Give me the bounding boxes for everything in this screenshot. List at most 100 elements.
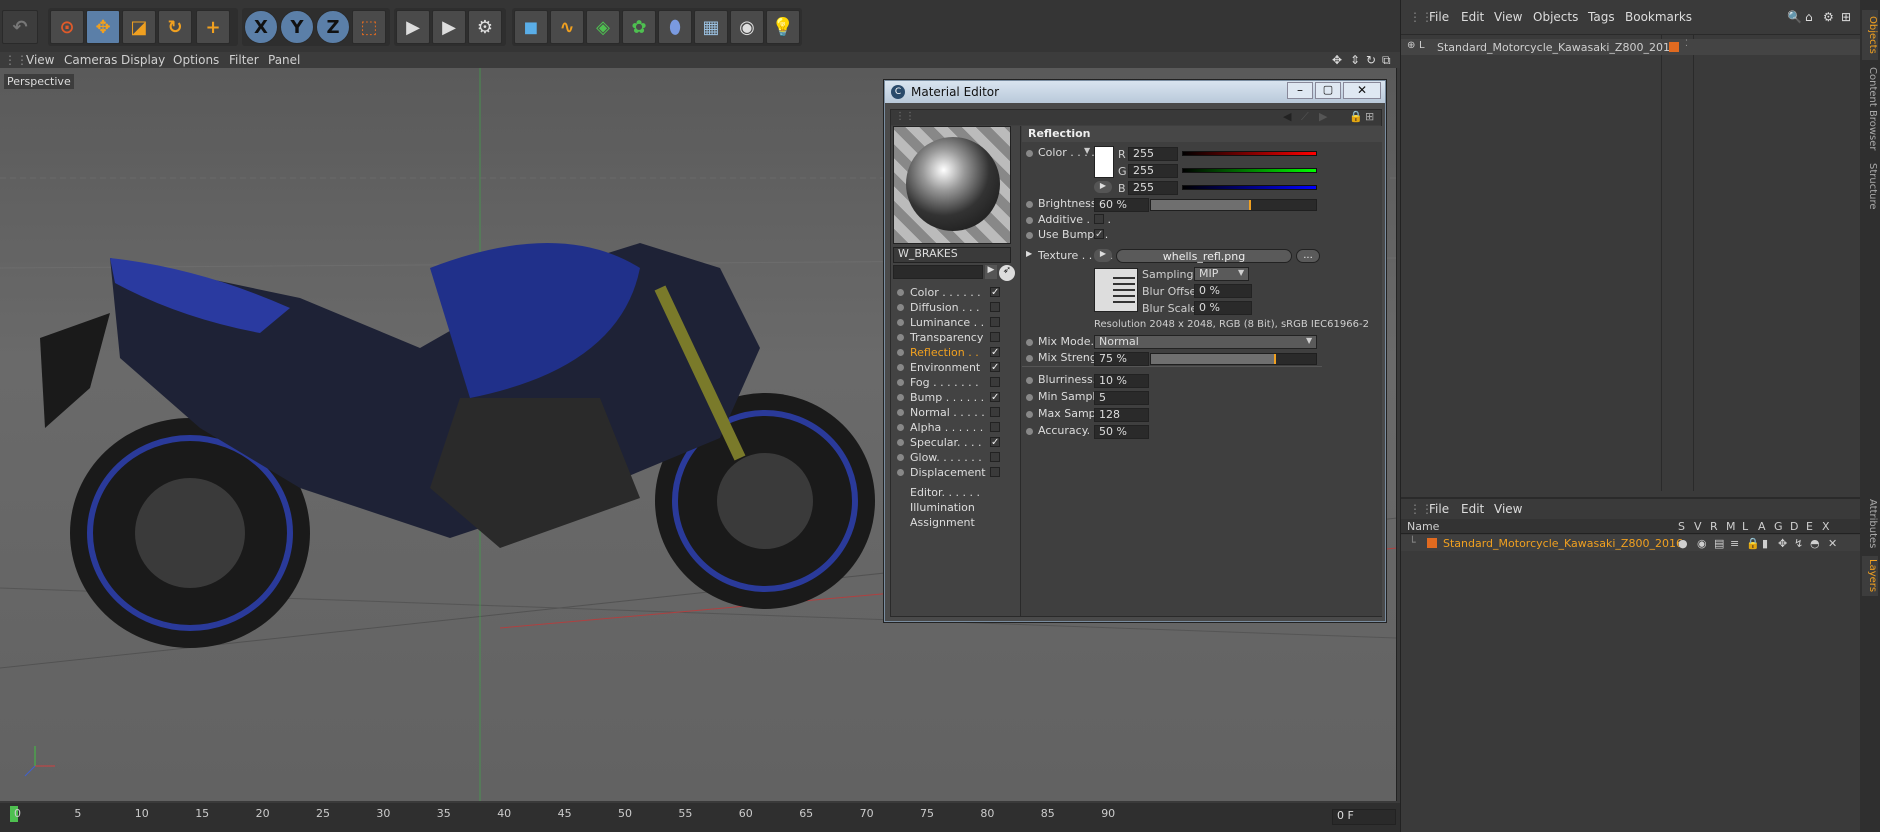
lm-menu-edit[interactable]: Edit bbox=[1461, 502, 1484, 516]
tab-structure[interactable]: Structure bbox=[1862, 160, 1878, 212]
channel-item[interactable]: Bump . . . . . . ✓ bbox=[897, 391, 1012, 405]
material-search-field[interactable] bbox=[893, 265, 983, 279]
channel-item[interactable]: Luminance . . bbox=[897, 316, 1012, 330]
layer-column-header[interactable]: D bbox=[1790, 520, 1798, 533]
layer-column-header[interactable]: M bbox=[1726, 520, 1736, 533]
channel-item[interactable]: Displacement bbox=[897, 466, 1012, 480]
z-axis-toggle[interactable]: Z bbox=[316, 10, 350, 44]
up-arrow-icon[interactable]: ⟋ bbox=[1301, 110, 1309, 124]
om-menu-view[interactable]: View bbox=[1494, 10, 1522, 24]
y-axis-toggle[interactable]: Y bbox=[280, 10, 314, 44]
channel-checkbox[interactable]: ✓ bbox=[990, 287, 1000, 298]
b-field[interactable]: 255 bbox=[1128, 181, 1178, 195]
lm-menu-file[interactable]: File bbox=[1429, 502, 1449, 516]
layer-column-header[interactable]: E bbox=[1806, 520, 1813, 533]
layer-column-header[interactable]: G bbox=[1774, 520, 1783, 533]
render-view-icon[interactable]: ▶ bbox=[396, 10, 430, 44]
menu-filter[interactable]: Filter bbox=[229, 53, 259, 67]
channel-item[interactable]: Alpha . . . . . . bbox=[897, 421, 1012, 435]
texture-browse-button[interactable]: ... bbox=[1296, 249, 1320, 263]
channel-item[interactable]: Glow. . . . . . . bbox=[897, 451, 1012, 465]
layer-manager-icon[interactable]: ≡ bbox=[1730, 537, 1739, 550]
layer-column-header[interactable]: R bbox=[1710, 520, 1718, 533]
max-samples-field[interactable]: 128 bbox=[1094, 408, 1149, 422]
camera-icon[interactable]: ◉ bbox=[730, 10, 764, 44]
min-samples-field[interactable]: 5 bbox=[1094, 391, 1149, 405]
back-arrow-icon[interactable]: ◀ bbox=[1283, 110, 1291, 123]
render-settings-icon[interactable]: ⚙ bbox=[468, 10, 502, 44]
brightness-slider[interactable] bbox=[1150, 199, 1317, 211]
om-menu-file[interactable]: File bbox=[1429, 10, 1449, 24]
layer-render-icon[interactable]: ▤ bbox=[1714, 537, 1724, 550]
channel-checkbox[interactable] bbox=[990, 467, 1000, 477]
viewport-maximize-icon[interactable]: ⧉ bbox=[1382, 53, 1391, 68]
add-object-icon[interactable]: + bbox=[196, 10, 230, 44]
viewport-rotate-icon[interactable]: ↻ bbox=[1366, 53, 1376, 67]
channel-checkbox[interactable] bbox=[990, 317, 1000, 327]
color-swatch[interactable] bbox=[1094, 146, 1114, 178]
layer-xref-icon[interactable]: ✕ bbox=[1828, 537, 1837, 550]
render-picture-viewer-icon[interactable]: ▶ bbox=[432, 10, 466, 44]
rotate-tool-icon[interactable]: ↻ bbox=[158, 10, 192, 44]
material-editor-titlebar[interactable]: C Material Editor – ▢ ✕ bbox=[885, 81, 1385, 103]
g-field[interactable]: 255 bbox=[1128, 164, 1178, 178]
play-arrow-icon[interactable]: ▶ bbox=[985, 265, 997, 279]
blur-scale-field[interactable]: 0 % bbox=[1194, 301, 1252, 315]
menu-options[interactable]: Options bbox=[173, 53, 219, 67]
x-axis-toggle[interactable]: X bbox=[244, 10, 278, 44]
channel-item[interactable]: Transparency bbox=[897, 331, 1012, 345]
forward-arrow-icon[interactable]: ▶ bbox=[1319, 110, 1327, 123]
material-preview[interactable] bbox=[893, 126, 1011, 244]
om-menu-tags[interactable]: Tags bbox=[1588, 10, 1615, 24]
om-menu-objects[interactable]: Objects bbox=[1533, 10, 1578, 24]
lm-menu-view[interactable]: View bbox=[1494, 502, 1522, 516]
om-new-window-icon[interactable]: ⊞ bbox=[1841, 10, 1851, 24]
texture-options-icon[interactable]: ▶ bbox=[1094, 249, 1112, 262]
channel-checkbox[interactable] bbox=[990, 452, 1000, 462]
layer-column-header[interactable]: L bbox=[1742, 520, 1748, 533]
viewport-move-icon[interactable]: ✥ bbox=[1332, 53, 1342, 67]
new-window-icon[interactable]: ⊞ bbox=[1365, 110, 1374, 123]
layer-view-icon[interactable]: ◉ bbox=[1697, 537, 1707, 550]
texture-thumbnail[interactable] bbox=[1094, 268, 1138, 312]
channel-checkbox[interactable] bbox=[990, 332, 1000, 342]
sampling-dropdown-icon[interactable]: ▼ bbox=[1238, 268, 1244, 277]
om-menu-edit[interactable]: Edit bbox=[1461, 10, 1484, 24]
mix-mode-dropdown-icon[interactable]: ▼ bbox=[1306, 336, 1312, 345]
channel-item[interactable]: Reflection . . ✓ bbox=[897, 346, 1012, 360]
menu-display[interactable]: Display bbox=[121, 53, 165, 67]
maximize-icon[interactable]: ▢ bbox=[1315, 82, 1341, 99]
color-mode-icon[interactable]: ▶ bbox=[1094, 181, 1112, 193]
mix-strength-field[interactable]: 75 % bbox=[1094, 352, 1149, 366]
menu-cameras[interactable]: Cameras bbox=[64, 53, 117, 67]
channel-item[interactable]: Fog . . . . . . . bbox=[897, 376, 1012, 390]
layer-column-header[interactable]: V bbox=[1694, 520, 1702, 533]
om-menu-bookmarks[interactable]: Bookmarks bbox=[1625, 10, 1692, 24]
channel-extra-item[interactable]: Illumination bbox=[897, 501, 1012, 515]
channel-item[interactable]: Specular. . . . ✓ bbox=[897, 436, 1012, 450]
expand-icon[interactable]: ⊕ bbox=[1407, 40, 1415, 51]
menu-panel[interactable]: Panel bbox=[268, 53, 300, 67]
layer-row[interactable]: └ Standard_Motorcycle_Kawasaki_Z800_2016… bbox=[1401, 535, 1861, 551]
channel-extra-item[interactable]: Editor. . . . . . bbox=[897, 486, 1012, 500]
channel-item[interactable]: Normal . . . . . bbox=[897, 406, 1012, 420]
spline-icon[interactable]: ∿ bbox=[550, 10, 584, 44]
menu-view[interactable]: View bbox=[26, 53, 54, 67]
floor-icon[interactable]: ▦ bbox=[694, 10, 728, 44]
layer-column-header[interactable]: A bbox=[1758, 520, 1766, 533]
b-slider[interactable] bbox=[1182, 185, 1317, 190]
channel-checkbox[interactable]: ✓ bbox=[990, 437, 1000, 448]
om-settings-icon[interactable]: ⚙ bbox=[1823, 10, 1834, 24]
layer-deformers-icon[interactable]: ↯ bbox=[1794, 537, 1803, 550]
layer-color-swatch[interactable] bbox=[1669, 42, 1679, 52]
layer-expressions-icon[interactable]: ◓ bbox=[1810, 537, 1820, 550]
minimize-icon[interactable]: – bbox=[1287, 82, 1313, 99]
layer-column-header[interactable]: X bbox=[1822, 520, 1830, 533]
viewport-zoom-icon[interactable]: ⇕ bbox=[1350, 53, 1360, 67]
channel-checkbox[interactable] bbox=[990, 407, 1000, 417]
channel-checkbox[interactable]: ✓ bbox=[990, 392, 1000, 403]
light-icon[interactable]: 💡 bbox=[766, 10, 800, 44]
layer-lock-icon[interactable]: 🔒 bbox=[1746, 537, 1760, 550]
g-slider[interactable] bbox=[1182, 168, 1317, 173]
cube-icon[interactable]: ◼ bbox=[514, 10, 548, 44]
